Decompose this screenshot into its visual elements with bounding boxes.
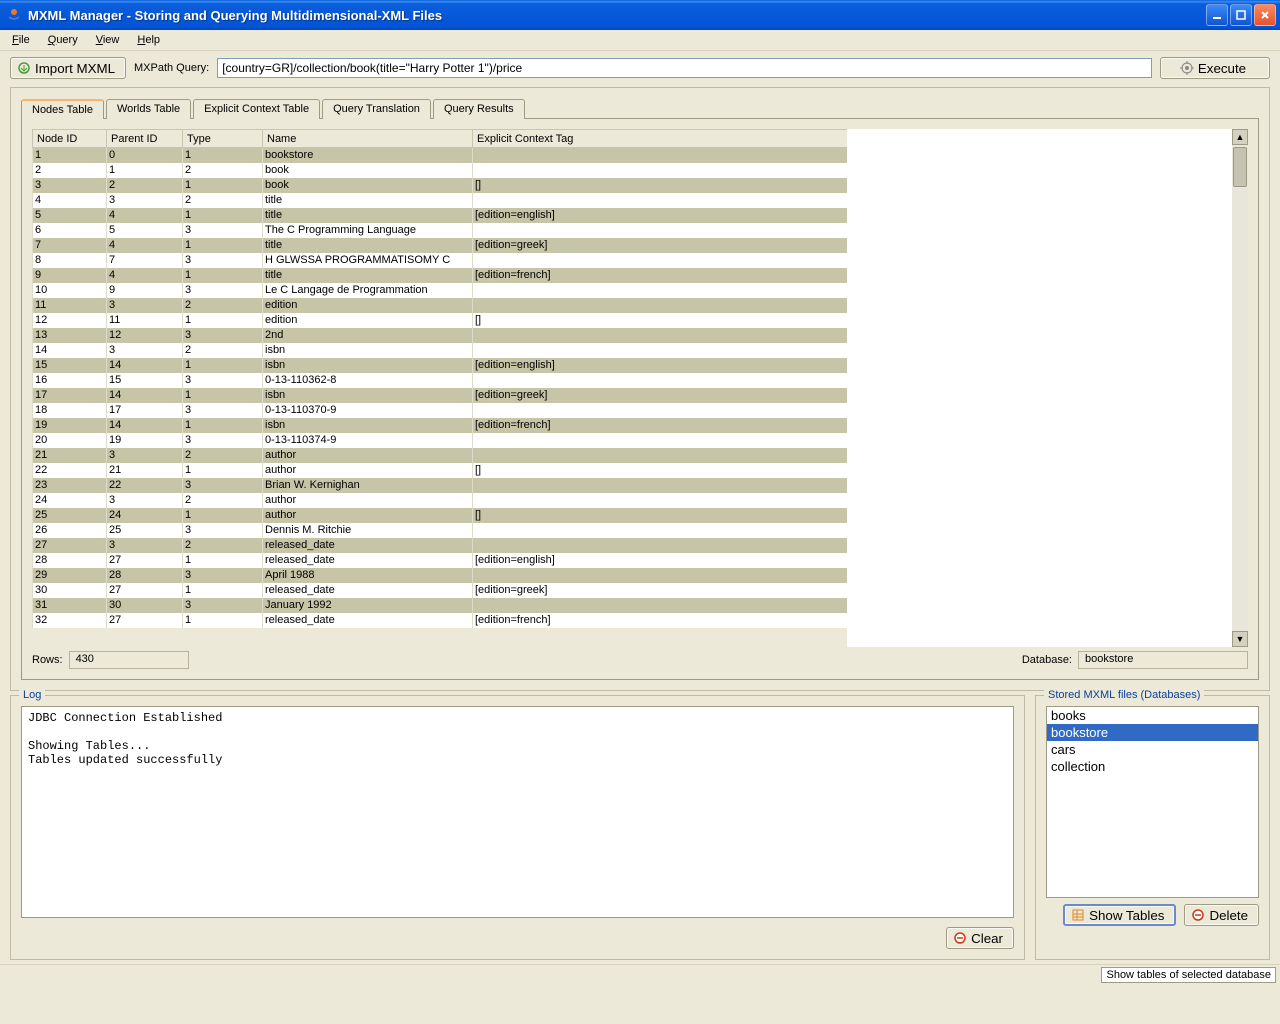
table-row[interactable]: 181730-13-110370-9 <box>33 403 848 418</box>
table-row[interactable]: 25241author[] <box>33 508 848 523</box>
table-row[interactable]: 432title <box>33 193 848 208</box>
table-row[interactable]: 12111edition[] <box>33 313 848 328</box>
table-row[interactable]: 30271released_date[edition=greek] <box>33 583 848 598</box>
table-row[interactable]: 28271released_date[edition=english] <box>33 553 848 568</box>
clear-icon <box>953 931 967 945</box>
detail-pane: ▲ ▼ <box>847 129 1248 647</box>
show-tables-button[interactable]: Show Tables <box>1063 904 1176 926</box>
table-row[interactable]: 15141isbn[edition=english] <box>33 358 848 373</box>
import-label: Import MXML <box>35 61 115 76</box>
table-row[interactable]: 741title[edition=greek] <box>33 238 848 253</box>
mxpath-query-input[interactable] <box>217 58 1152 78</box>
table-row[interactable]: 321book[] <box>33 178 848 193</box>
database-list[interactable]: booksbookstorecarscollection <box>1046 706 1259 898</box>
scroll-thumb[interactable] <box>1233 147 1247 187</box>
menu-query[interactable]: Query <box>40 32 86 48</box>
table-row[interactable]: 1093Le C Langage de Programmation <box>33 283 848 298</box>
table-row[interactable]: 873H GLWSSA PROGRAMMATISOMY C <box>33 253 848 268</box>
table-row[interactable]: 161530-13-110362-8 <box>33 373 848 388</box>
delete-icon <box>1191 908 1205 922</box>
tab-worlds-table[interactable]: Worlds Table <box>106 99 191 119</box>
query-label: MXPath Query: <box>134 62 209 74</box>
tab-query-results[interactable]: Query Results <box>433 99 525 119</box>
table-row[interactable]: 101bookstore <box>33 148 848 163</box>
log-textarea[interactable] <box>21 706 1014 918</box>
table-row[interactable]: 2432author <box>33 493 848 508</box>
close-button[interactable] <box>1254 4 1276 26</box>
table-row[interactable]: 23223Brian W. Kernighan <box>33 478 848 493</box>
delete-button[interactable]: Delete <box>1184 904 1259 926</box>
table-row[interactable]: 32271released_date[edition=french] <box>33 613 848 628</box>
clear-log-button[interactable]: Clear <box>946 927 1014 949</box>
titlebar: MXML Manager - Storing and Querying Mult… <box>0 0 1280 30</box>
vertical-scrollbar[interactable]: ▲ ▼ <box>1232 129 1248 647</box>
table-row[interactable]: 2732released_date <box>33 538 848 553</box>
scroll-down-icon[interactable]: ▼ <box>1232 631 1248 647</box>
tab-query-translation[interactable]: Query Translation <box>322 99 431 119</box>
gear-icon <box>1180 61 1194 75</box>
stored-legend: Stored MXML files (Databases) <box>1044 689 1204 701</box>
table-row[interactable]: 22211author[] <box>33 463 848 478</box>
main-panel: Nodes Table Worlds Table Explicit Contex… <box>10 87 1270 691</box>
menu-file[interactable]: File <box>4 32 38 48</box>
list-item[interactable]: cars <box>1047 741 1258 758</box>
scroll-up-icon[interactable]: ▲ <box>1232 129 1248 145</box>
table-row[interactable]: 31303January 1992 <box>33 598 848 613</box>
table-row[interactable]: 17141isbn[edition=greek] <box>33 388 848 403</box>
list-item[interactable]: collection <box>1047 758 1258 775</box>
table-row[interactable]: 1432isbn <box>33 343 848 358</box>
table-row[interactable]: 212book <box>33 163 848 178</box>
execute-label: Execute <box>1198 61 1246 76</box>
log-panel: Log Clear <box>10 695 1025 960</box>
execute-button[interactable]: Execute <box>1160 57 1270 79</box>
status-text: Show tables of selected database <box>1101 967 1276 983</box>
database-label: Database: <box>1022 654 1072 666</box>
statusbar: Show tables of selected database <box>0 964 1280 984</box>
maximize-button[interactable] <box>1230 4 1252 26</box>
rows-label: Rows: <box>32 654 63 666</box>
table-row[interactable]: 26253Dennis M. Ritchie <box>33 523 848 538</box>
list-item[interactable]: books <box>1047 707 1258 724</box>
table-row[interactable]: 2132author <box>33 448 848 463</box>
table-row[interactable]: 941title[edition=french] <box>33 268 848 283</box>
col-node-id[interactable]: Node ID <box>33 130 107 148</box>
java-icon <box>6 7 22 23</box>
table-row[interactable]: 541title[edition=english] <box>33 208 848 223</box>
menubar: File Query View Help <box>0 30 1280 51</box>
table-icon <box>1071 908 1085 922</box>
table-row[interactable]: 131232nd <box>33 328 848 343</box>
clear-label: Clear <box>971 931 1003 946</box>
window-title: MXML Manager - Storing and Querying Mult… <box>28 8 1206 23</box>
list-item[interactable]: bookstore <box>1047 724 1258 741</box>
table-row[interactable]: 19141isbn[edition=french] <box>33 418 848 433</box>
stored-files-panel: Stored MXML files (Databases) booksbooks… <box>1035 695 1270 960</box>
rows-value: 430 <box>69 651 189 669</box>
toolbar: Import MXML MXPath Query: Execute <box>0 51 1280 79</box>
tab-explicit-context[interactable]: Explicit Context Table <box>193 99 320 119</box>
menu-help[interactable]: Help <box>129 32 168 48</box>
import-icon <box>17 61 31 75</box>
col-type[interactable]: Type <box>183 130 263 148</box>
import-mxml-button[interactable]: Import MXML <box>10 57 126 79</box>
col-explicit-context[interactable]: Explicit Context Tag <box>473 130 848 148</box>
delete-label: Delete <box>1209 908 1248 923</box>
minimize-button[interactable] <box>1206 4 1228 26</box>
col-parent-id[interactable]: Parent ID <box>107 130 183 148</box>
show-tables-label: Show Tables <box>1089 908 1164 923</box>
table-row[interactable]: 1132edition <box>33 298 848 313</box>
tab-content: Node ID Parent ID Type Name Explicit Con… <box>21 118 1259 680</box>
nodes-table[interactable]: Node ID Parent ID Type Name Explicit Con… <box>32 129 847 628</box>
tab-nodes-table[interactable]: Nodes Table <box>21 99 104 119</box>
menu-view[interactable]: View <box>88 32 128 48</box>
table-row[interactable]: 201930-13-110374-9 <box>33 433 848 448</box>
database-value: bookstore <box>1078 651 1248 669</box>
table-row[interactable]: 29283April 1988 <box>33 568 848 583</box>
col-name[interactable]: Name <box>263 130 473 148</box>
log-legend: Log <box>19 689 45 701</box>
tabs: Nodes Table Worlds Table Explicit Contex… <box>21 99 1259 119</box>
table-row[interactable]: 653The C Programming Language <box>33 223 848 238</box>
